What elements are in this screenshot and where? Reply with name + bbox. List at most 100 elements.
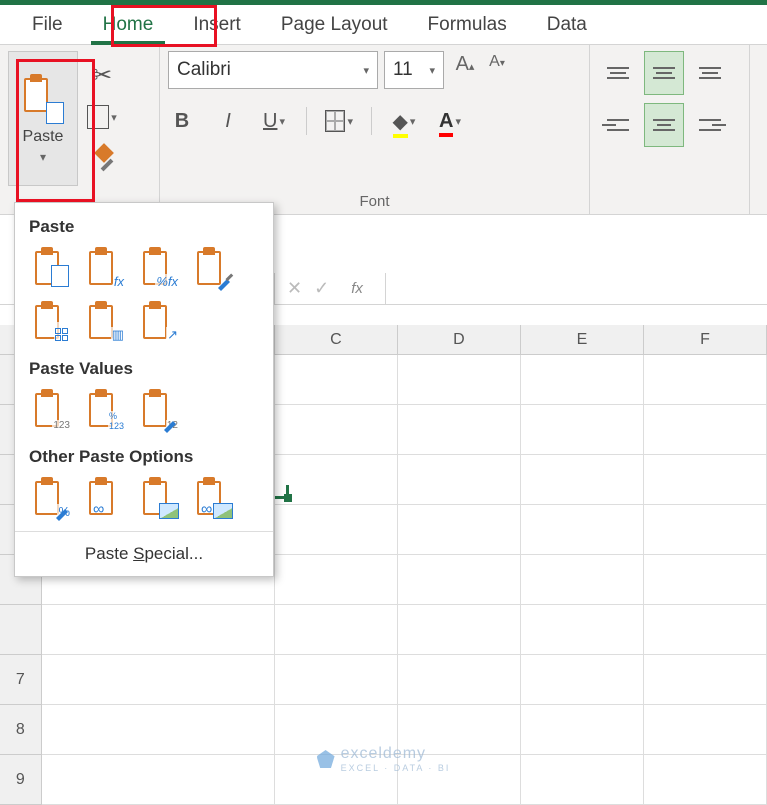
cell[interactable] [521,405,644,455]
cell[interactable] [644,605,767,655]
cell[interactable] [398,605,521,655]
paste-values-source-formatting[interactable]: 12 [137,387,181,431]
align-left-button[interactable] [598,103,638,147]
cell[interactable] [644,505,767,555]
cell[interactable] [521,755,644,805]
paste-formulas-number-formatting[interactable]: %fx [137,245,181,289]
italic-button[interactable]: I [214,105,242,137]
font-size-combo[interactable]: 11 ▾ [384,51,444,89]
col-header-d[interactable]: D [398,325,521,354]
cell[interactable] [644,355,767,405]
cell[interactable] [398,405,521,455]
paste-button[interactable]: Paste ▾ [8,51,78,186]
bold-button[interactable]: B [168,105,196,137]
paste-dropdown-menu: Paste fx %fx ▥ ↗ Paste Values 123 %123 1… [14,202,274,577]
col-header-c[interactable]: C [275,325,398,354]
cut-button[interactable]: ✂ [86,59,118,91]
decrease-font-size-button[interactable]: A▾ [482,53,512,87]
cell[interactable] [275,605,398,655]
cell[interactable] [42,655,275,705]
alignment-group [590,45,750,214]
cell[interactable] [644,755,767,805]
cell[interactable] [521,555,644,605]
copy-button[interactable]: ▾ [86,101,118,133]
row-header-8[interactable]: 8 [0,705,42,755]
cell[interactable] [644,655,767,705]
fill-handle[interactable] [284,494,292,502]
font-color-icon: A [439,110,453,133]
tab-data[interactable]: Data [527,6,607,44]
cell[interactable] [521,505,644,555]
paste-link[interactable]: ∞ [83,475,127,519]
row-header[interactable] [0,605,42,655]
cell[interactable] [644,705,767,755]
row-header-7[interactable]: 7 [0,655,42,705]
tab-home[interactable]: Home [83,6,174,44]
cell[interactable] [398,355,521,405]
cell[interactable] [42,605,275,655]
align-right-button[interactable] [690,103,730,147]
tab-page-layout[interactable]: Page Layout [261,6,408,44]
paste-transpose[interactable]: ↗ [137,299,181,343]
cell[interactable] [398,505,521,555]
cell[interactable] [644,555,767,605]
font-color-button[interactable]: A▾ [436,105,464,137]
borders-button[interactable]: ▾ [325,105,353,137]
enter-formula-icon[interactable]: ✓ [314,278,329,299]
increase-font-size-button[interactable]: A▴ [450,53,480,87]
cell[interactable] [275,355,398,405]
cell[interactable] [398,655,521,705]
tab-file[interactable]: File [12,6,83,44]
paste-no-borders[interactable] [29,299,73,343]
cell[interactable] [521,605,644,655]
cancel-formula-icon[interactable]: ✕ [287,278,302,299]
paste-linked-picture[interactable]: ∞ [191,475,235,519]
fill-color-button[interactable]: ◆▾ [390,105,418,137]
other-paste-section-label: Other Paste Options [15,441,273,475]
paste-values[interactable]: 123 [29,387,73,431]
other-paste-row: % ∞ ∞ [15,475,273,529]
paste-keep-col-widths[interactable]: ▥ [83,299,127,343]
col-header-e[interactable]: E [521,325,644,354]
chevron-down-icon: ▾ [363,64,369,77]
paste-formulas[interactable]: fx [83,245,127,289]
format-painter-button[interactable] [86,143,118,175]
paste-formatting[interactable]: % [29,475,73,519]
align-bottom-button[interactable] [690,51,730,95]
picture-icon [159,503,179,519]
cell[interactable] [275,655,398,705]
align-top-button[interactable] [598,51,638,95]
paste-as-picture[interactable] [137,475,181,519]
tab-formulas[interactable]: Formulas [408,6,527,44]
cell[interactable] [521,455,644,505]
paste-special-menu-item[interactable]: Paste Special... [15,534,273,576]
cell[interactable] [521,655,644,705]
cell[interactable] [521,355,644,405]
font-name-combo[interactable]: Calibri ▾ [168,51,378,89]
underline-button[interactable]: U▾ [260,105,288,137]
fx-label[interactable]: fx [341,280,373,297]
cell[interactable] [644,405,767,455]
cell[interactable] [275,555,398,605]
row-header-9[interactable]: 9 [0,755,42,805]
cell[interactable] [644,455,767,505]
cell[interactable] [275,505,398,555]
cell[interactable] [42,705,275,755]
cell[interactable] [42,755,275,805]
ribbon: Paste ▾ ✂ ▾ Calibri ▾ 11 ▾ A▴ A▾ B [0,45,767,215]
cell[interactable] [398,455,521,505]
cell[interactable] [275,455,398,505]
tab-insert[interactable]: Insert [173,6,261,44]
paste-values-number-formatting[interactable]: %123 [83,387,127,431]
col-header-f[interactable]: F [644,325,767,354]
menu-divider [15,531,273,532]
cell[interactable] [398,555,521,605]
cell[interactable] [521,705,644,755]
paste-all[interactable] [29,245,73,289]
cell[interactable] [275,405,398,455]
paste-keep-source-formatting[interactable] [191,245,235,289]
align-middle-button[interactable] [644,51,684,95]
link-icon: ∞ [93,501,104,519]
chevron-down-icon: ▾ [111,111,117,124]
align-center-button[interactable] [644,103,684,147]
